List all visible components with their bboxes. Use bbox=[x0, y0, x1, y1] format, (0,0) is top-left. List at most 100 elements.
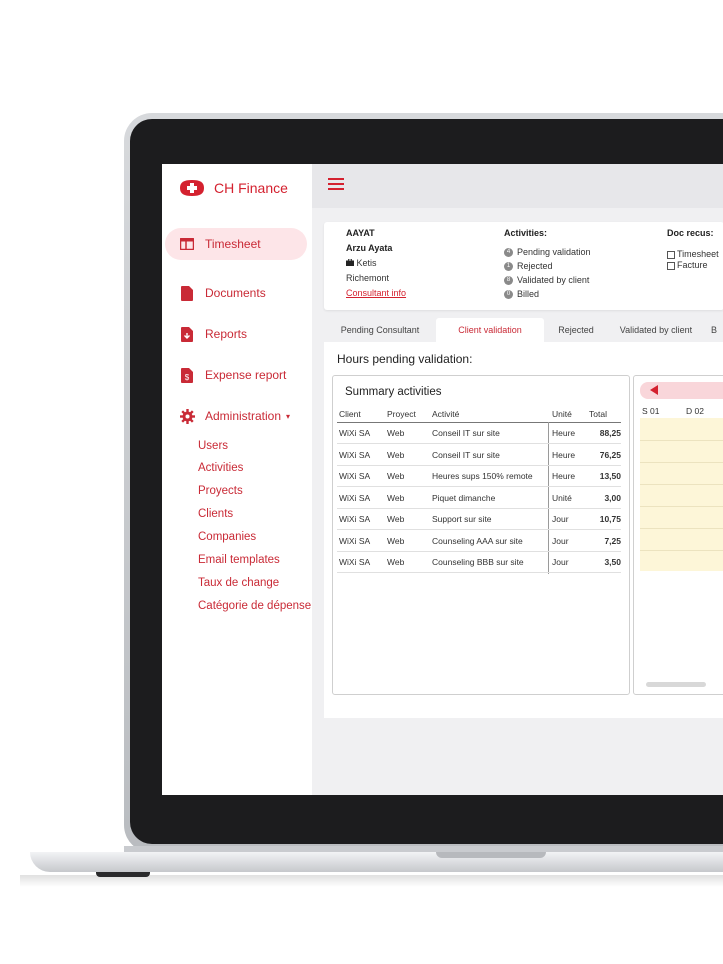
tab-bar: Pending Consultant Client validation Rej… bbox=[324, 318, 723, 342]
top-bar bbox=[312, 164, 723, 208]
admin-item-categorie-de-depense[interactable]: Catégorie de dépense bbox=[198, 600, 311, 612]
gear-icon bbox=[179, 408, 195, 424]
calendar-grid-line bbox=[640, 506, 723, 507]
cell-total: 76,25 bbox=[599, 449, 621, 460]
cell-client: WiXi SA bbox=[339, 535, 371, 546]
briefcase-icon bbox=[346, 258, 354, 268]
chevron-down-icon: ▾ bbox=[286, 411, 291, 421]
brand[interactable]: CH Finance bbox=[178, 179, 288, 197]
consultant-info-card: AAYAT Arzu Ayata Ketis Richemont Consult… bbox=[324, 222, 723, 310]
cell-proyect: Web bbox=[387, 492, 405, 503]
doc-timesheet[interactable]: Timesheet bbox=[667, 249, 719, 259]
cell-unite: Heure bbox=[552, 449, 576, 460]
sidebar-item-label: Documents bbox=[205, 286, 266, 300]
tab-pending-consultant[interactable]: Pending Consultant bbox=[324, 318, 436, 342]
cell-total: 3,50 bbox=[604, 557, 621, 567]
cell-proyect: Web bbox=[387, 514, 405, 524]
count-badge: 1 bbox=[504, 262, 513, 272]
arrow-left-icon[interactable] bbox=[650, 385, 658, 395]
facture-checkbox[interactable] bbox=[667, 261, 675, 270]
sidebar-item-reports[interactable]: Reports bbox=[165, 318, 307, 350]
calendar-grid-line bbox=[640, 484, 723, 485]
activity-pending: 4 Pending validation bbox=[504, 247, 591, 258]
cell-client: WiXi SA bbox=[339, 428, 371, 438]
calendar-grid-line bbox=[640, 528, 723, 529]
column-header-unite: Unité bbox=[552, 409, 572, 419]
client-validation-panel: Hours pending validation: Summary activi… bbox=[324, 342, 723, 718]
tab-validated-by-client[interactable]: Validated by client bbox=[608, 318, 704, 342]
admin-item-companies[interactable]: Companies bbox=[198, 531, 256, 543]
count-badge: 8 bbox=[504, 276, 513, 286]
receipt-icon: $ bbox=[179, 367, 195, 383]
swiss-cross-logo-icon bbox=[178, 179, 206, 197]
activity-label: Validated by client bbox=[517, 275, 590, 285]
cell-proyect: Web bbox=[387, 449, 405, 460]
consultant-info-link[interactable]: Consultant info bbox=[346, 288, 406, 298]
app-screen: CH Finance Timesheet Documents Reports $… bbox=[162, 164, 723, 795]
table-row-divider bbox=[337, 486, 621, 487]
calendar-grid-line bbox=[640, 550, 723, 551]
hamburger-menu-icon[interactable] bbox=[328, 178, 344, 192]
table-row-divider bbox=[337, 443, 621, 444]
cell-activite: Heures sups 150% remote bbox=[432, 471, 533, 481]
sidebar-item-label: Reports bbox=[205, 327, 248, 341]
sidebar-item-documents[interactable]: Documents bbox=[165, 277, 307, 309]
activity-label: Billed bbox=[517, 289, 540, 299]
cell-activite: Piquet dimanche bbox=[432, 492, 496, 503]
calendar-day-1: S 01 bbox=[642, 406, 660, 416]
doc-facture[interactable]: Facture bbox=[667, 260, 708, 270]
column-header-total: Total bbox=[589, 409, 607, 419]
cell-client: WiXi SA bbox=[339, 449, 371, 460]
admin-item-email-templates[interactable]: Email templates bbox=[198, 554, 280, 566]
cell-total: 3,00 bbox=[604, 492, 621, 503]
cell-unite: Unité bbox=[552, 492, 572, 503]
admin-item-proyects[interactable]: Proyects bbox=[198, 485, 243, 497]
cell-proyect: Web bbox=[387, 471, 405, 481]
column-header-activite: Activité bbox=[432, 409, 460, 419]
count-badge: 0 bbox=[504, 290, 513, 300]
consultant-company-row: Ketis bbox=[346, 258, 377, 268]
table-icon bbox=[179, 236, 195, 252]
admin-item-clients[interactable]: Clients bbox=[198, 508, 233, 520]
consultant-code: AAYAT bbox=[346, 228, 375, 238]
tab-rejected[interactable]: Rejected bbox=[544, 318, 608, 342]
sidebar-item-administration[interactable]: Administration ▾ bbox=[165, 400, 307, 432]
column-header-proyect: Proyect bbox=[387, 409, 416, 419]
summary-activities-table: Summary activities Client Proyect Activi… bbox=[332, 375, 630, 695]
horizontal-scrollbar[interactable] bbox=[646, 682, 706, 687]
sidebar-item-timesheet[interactable]: Timesheet bbox=[165, 228, 307, 260]
header-divider bbox=[337, 422, 621, 423]
table-row-divider bbox=[337, 550, 621, 552]
calendar-day-2: D 02 bbox=[686, 406, 704, 416]
table-row-divider bbox=[337, 529, 621, 530]
admin-item-activities[interactable]: Activities bbox=[198, 462, 243, 474]
tab-client-validation[interactable]: Client validation bbox=[436, 318, 544, 342]
cell-activite: Counseling AAA sur site bbox=[432, 535, 523, 546]
admin-item-taux-de-change[interactable]: Taux de change bbox=[198, 577, 279, 589]
timesheet-checkbox[interactable] bbox=[667, 250, 675, 259]
admin-item-users[interactable]: Users bbox=[198, 440, 228, 452]
brand-title: CH Finance bbox=[214, 180, 288, 196]
svg-text:$: $ bbox=[185, 373, 190, 382]
cell-unite: Jour bbox=[552, 514, 569, 524]
activity-rejected: 1 Rejected bbox=[504, 261, 553, 272]
table-row-divider bbox=[337, 464, 621, 466]
doc-label: Timesheet bbox=[677, 249, 719, 259]
count-badge: 4 bbox=[504, 248, 513, 258]
sidebar-item-label: Timesheet bbox=[205, 237, 261, 251]
column-header-client: Client bbox=[339, 409, 361, 419]
laptop-notch bbox=[436, 852, 546, 858]
consultant-company: Ketis bbox=[356, 258, 377, 268]
cell-proyect: Web bbox=[387, 535, 405, 546]
cell-unite: Heure bbox=[552, 428, 576, 438]
cell-activite: Conseil IT sur site bbox=[432, 449, 500, 460]
cell-activite: Conseil IT sur site bbox=[432, 428, 500, 438]
sidebar: CH Finance Timesheet Documents Reports $… bbox=[162, 164, 312, 795]
cell-client: WiXi SA bbox=[339, 514, 371, 524]
cell-activite: Support sur site bbox=[432, 514, 492, 524]
cell-unite: Jour bbox=[552, 557, 569, 567]
tab-billed[interactable]: B bbox=[704, 318, 723, 342]
cell-total: 10,75 bbox=[599, 514, 621, 524]
cell-client: WiXi SA bbox=[339, 492, 371, 503]
sidebar-item-expense-report[interactable]: $ Expense report bbox=[165, 359, 307, 391]
